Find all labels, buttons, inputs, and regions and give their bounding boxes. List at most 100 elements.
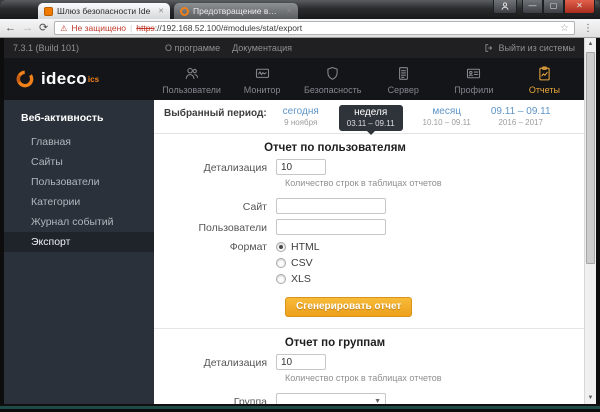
sidebar-item-export[interactable]: Экспорт — [4, 232, 154, 252]
web-page: 7.3.1 (Build 101) О программе Документац… — [4, 38, 584, 404]
tab-favicon-icon — [44, 6, 53, 16]
shield-icon — [327, 66, 338, 80]
group-label: Группа — [233, 395, 267, 405]
address-bar[interactable]: ⚠ Не защищено | https://192.168.52.100/#… — [54, 21, 575, 35]
period-option-month[interactable]: месяц 10.10 – 09.11 — [423, 106, 471, 127]
period-option-today[interactable]: сегодня 9 ноября — [283, 106, 319, 127]
nav-label: Профили — [454, 85, 494, 95]
tab-favicon-icon — [180, 6, 189, 16]
reports-icon — [539, 66, 550, 81]
tab-title: Шлюз безопасности Ide — [57, 6, 151, 16]
close-window-button[interactable]: ✕ — [564, 0, 595, 14]
generate-report-button[interactable]: Сгенерировать отчет — [285, 297, 413, 317]
format-option-html[interactable]: HTML — [276, 241, 320, 253]
report-users-section: Отчет по пользователям Детализация Колич… — [154, 142, 584, 317]
format-label: Формат — [229, 241, 267, 253]
site-label: Сайт — [242, 200, 267, 213]
warning-icon: ⚠ — [60, 23, 68, 33]
docs-link[interactable]: Документация — [232, 43, 292, 53]
browser-window: Шлюз безопасности Ide ✕ Предотвращение в… — [0, 0, 600, 412]
format-option-csv[interactable]: CSV — [276, 257, 320, 269]
period-option-week[interactable]: неделя 03.11 – 09.11 — [338, 105, 403, 135]
main-nav-items: Пользователи Монитор Безопасность Сервер… — [154, 58, 584, 100]
site-input[interactable] — [276, 198, 386, 214]
bookmark-star-icon[interactable]: ☆ — [560, 23, 569, 34]
period-bar: Выбранный период: сегодня 9 ноября недел… — [154, 100, 584, 135]
page-scrollbar[interactable]: ▲ ▼ — [584, 38, 596, 404]
nav-label: Безопасность — [303, 85, 362, 95]
nav-item-profiles[interactable]: Профили — [441, 58, 507, 100]
nav-label: Отчеты — [528, 85, 560, 95]
browser-tab-inactive[interactable]: Предотвращение втор ✕ — [174, 3, 298, 19]
nav-item-security[interactable]: Безопасность — [300, 58, 366, 100]
scroll-up-icon[interactable]: ▲ — [585, 38, 596, 50]
person-icon — [501, 2, 509, 10]
nav-label: Монитор — [243, 85, 281, 95]
ideco-swirl-icon — [16, 70, 34, 88]
version-label: 7.3.1 (Build 101) — [13, 43, 80, 53]
close-tab-icon[interactable]: ✕ — [156, 7, 164, 15]
logout-label: Выйти из системы — [498, 43, 575, 53]
users-label: Пользователи — [198, 221, 267, 234]
browser-menu-icon[interactable]: ⋮ — [581, 23, 595, 34]
browser-toolbar: ← → ⟳ ⚠ Не защищено | https://192.168.52… — [0, 19, 600, 38]
scroll-down-icon[interactable]: ▼ — [585, 392, 596, 404]
browser-titlebar: Шлюз безопасности Ide ✕ Предотвращение в… — [0, 0, 600, 19]
profile-button[interactable] — [493, 0, 517, 14]
detail-label: Детализация — [203, 356, 267, 369]
monitor-icon — [255, 68, 269, 78]
logo-text: ideco — [41, 69, 87, 88]
nav-item-monitor[interactable]: Монитор — [229, 58, 295, 100]
scrollbar-track[interactable] — [585, 50, 596, 392]
app-body: Веб-активность Главная Сайты Пользовател… — [4, 100, 584, 404]
nav-label: Сервер — [387, 85, 419, 95]
users-input[interactable] — [276, 219, 386, 235]
close-tab-icon[interactable]: ✕ — [284, 7, 292, 15]
sidebar-item-main[interactable]: Главная — [4, 132, 154, 152]
app-logo[interactable]: ideco ics — [4, 58, 154, 100]
nav-item-server[interactable]: Сервер — [370, 58, 436, 100]
section-title: Отчет по группам — [284, 337, 386, 349]
detail-help-text: Количество строк в таблицах отчетов — [285, 373, 442, 383]
nav-item-reports[interactable]: Отчеты — [511, 58, 577, 100]
detail-help-text: Количество строк в таблицах отчетов — [285, 178, 442, 188]
format-radio-group: HTML CSV XLS — [276, 240, 320, 285]
not-secure-label[interactable]: Не защищено — [71, 23, 126, 33]
window-controls: — ▢ ✕ — [493, 0, 595, 14]
about-link[interactable]: О программе — [165, 43, 220, 53]
url-scheme: https — [136, 23, 155, 33]
detail-input[interactable] — [276, 354, 326, 370]
sidebar-item-sites[interactable]: Сайты — [4, 152, 154, 172]
radio-icon[interactable] — [276, 258, 286, 268]
url-rest: ://192.168.52.100/#modules/stat/export — [154, 23, 303, 33]
sidebar: Веб-активность Главная Сайты Пользовател… — [4, 100, 154, 404]
export-forms: Отчет по пользователям Детализация Колич… — [154, 134, 584, 404]
maximize-button[interactable]: ▢ — [543, 0, 564, 14]
logout-icon — [485, 44, 493, 52]
tab-title: Предотвращение втор — [193, 6, 281, 16]
back-icon[interactable]: ← — [5, 22, 16, 34]
url-divider: | — [130, 23, 133, 33]
sidebar-item-users[interactable]: Пользователи — [4, 172, 154, 192]
group-select[interactable]: ▼ — [276, 393, 386, 404]
browser-tab-active[interactable]: Шлюз безопасности Ide ✕ — [38, 3, 170, 19]
sidebar-item-eventlog[interactable]: Журнал событий — [4, 212, 154, 232]
nav-item-users[interactable]: Пользователи — [159, 58, 225, 100]
radio-selected-icon[interactable] — [276, 242, 286, 252]
period-option-custom[interactable]: 09.11 – 09.11 2016 – 2017 — [491, 106, 551, 127]
format-option-xls[interactable]: XLS — [276, 273, 320, 285]
app-topbar: 7.3.1 (Build 101) О программе Документац… — [4, 38, 584, 58]
reload-icon[interactable]: ⟳ — [39, 22, 48, 34]
radio-icon[interactable] — [276, 274, 286, 284]
section-title: Отчет по пользователям — [264, 142, 406, 154]
detail-input[interactable] — [276, 159, 326, 175]
users-icon — [185, 67, 199, 79]
profiles-icon — [467, 68, 481, 79]
url-text: https://192.168.52.100/#modules/stat/exp… — [136, 23, 302, 33]
minimize-button[interactable]: — — [522, 0, 543, 14]
scrollbar-thumb[interactable] — [586, 52, 595, 265]
forward-icon[interactable]: → — [22, 22, 33, 34]
sidebar-item-categories[interactable]: Категории — [4, 192, 154, 212]
logout-button[interactable]: Выйти из системы — [484, 43, 575, 53]
logo-sup: ics — [87, 74, 100, 84]
